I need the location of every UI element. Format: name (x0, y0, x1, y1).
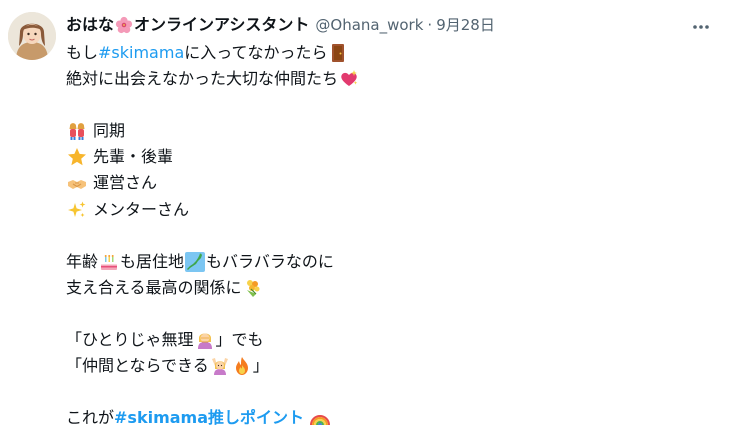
text-segment: 」でも (215, 330, 264, 350)
list-item: 先輩・後輩 (66, 144, 706, 170)
display-name[interactable]: おはな (66, 12, 114, 38)
text-line: 年齢 も居住地 もバラバラなのに (66, 249, 706, 275)
post-date[interactable]: 9月28日 (436, 12, 495, 38)
tweet-header: おはな オンラインアシスタント @Ohana_work · 9月28日 (66, 12, 495, 38)
more-options-button[interactable] (686, 12, 716, 42)
hashtag-link[interactable]: #skimama (98, 40, 184, 66)
text-line: 絶対に出会えなかった大切な仲間たち (66, 66, 706, 92)
user-handle[interactable]: @Ohana_work (315, 12, 423, 38)
header-separator: · (427, 16, 433, 34)
text-line: もし #skimama に入ってなかったら (66, 40, 706, 66)
bouquet-icon (246, 279, 260, 297)
text-line: 「仲間とならできる 」 (66, 353, 706, 379)
text-segment: これが (66, 408, 115, 428)
birthday-cake-icon (101, 254, 118, 270)
text-segment: 同期 (93, 121, 126, 141)
sparkling-heart-icon (341, 70, 358, 87)
text-segment: 」 (252, 356, 269, 376)
more-icon (693, 25, 709, 29)
text-line: これが #skimama推しポイント (66, 405, 706, 431)
text-segment: 先輩・後輩 (93, 147, 174, 167)
japan-map-icon (185, 251, 206, 272)
display-name-suffix[interactable]: オンラインアシスタント (134, 12, 309, 38)
avatar[interactable] (8, 12, 56, 60)
star-icon (68, 148, 86, 166)
handshake-icon (68, 179, 86, 189)
rainbow-icon (310, 415, 331, 426)
two-women-icon (69, 123, 85, 141)
text-segment: 「ひとりじゃ無理 (66, 330, 194, 350)
text-segment: もバラバラなのに (206, 251, 334, 271)
text-segment: もし (66, 43, 99, 62)
tweet-text: もし #skimama に入ってなかったら 絶対に出会えなかった大切な仲間たち (66, 40, 706, 431)
text-segment: 運営さん (93, 173, 158, 193)
fire-icon (235, 357, 248, 376)
tweet[interactable]: おはな オンラインアシスタント @Ohana_work · 9月28日 もし #… (0, 0, 730, 445)
text-segment: 絶対に出会えなかった大切な仲間たち (66, 69, 339, 89)
avatar-image (8, 12, 56, 60)
text-line: 支え合える最高の関係に (66, 275, 706, 301)
person-facepalming-icon (197, 333, 212, 350)
hashtag-link[interactable]: #skimama推しポイント (114, 405, 304, 431)
text-segment: メンターさん (93, 199, 190, 219)
sparkles-icon (68, 201, 86, 217)
text-segment: 「仲間とならできる (66, 356, 209, 376)
list-item: 運営さん (66, 170, 706, 196)
text-segment: に入ってなかったら (184, 43, 328, 62)
list-item: メンターさん (66, 197, 706, 223)
text-segment: 支え合える最高の関係に (66, 277, 242, 297)
text-segment: も居住地 (120, 251, 185, 271)
text-segment: 年齢 (66, 251, 99, 271)
hibiscus-icon (115, 16, 133, 34)
person-raising-hands-icon (211, 358, 228, 376)
door-icon (332, 44, 345, 63)
text-line: 「ひとりじゃ無理 」でも (66, 327, 706, 353)
list-item: 同期 (66, 118, 706, 144)
